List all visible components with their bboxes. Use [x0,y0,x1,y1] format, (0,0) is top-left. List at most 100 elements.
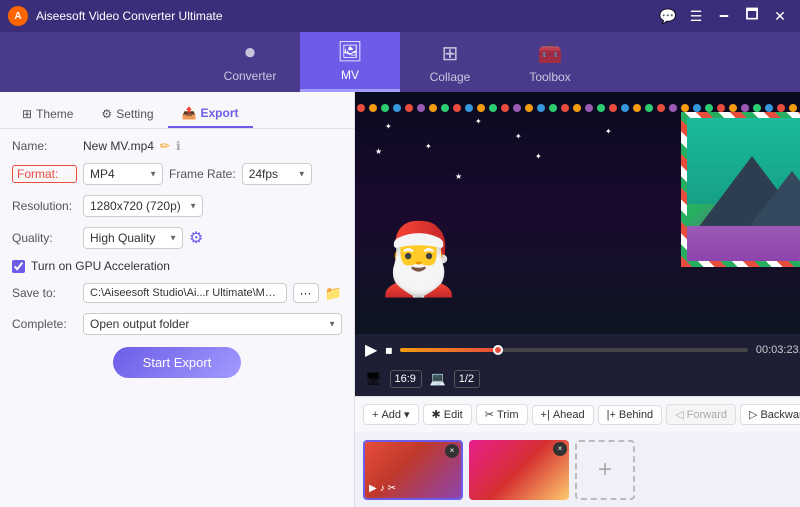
titlebar-controls: 💬 ☰ 🗕 🗖 ✕ [656,6,792,26]
ahead-button[interactable]: +| Ahead [532,405,594,425]
tab-mv-label: MV [341,68,359,82]
film-add-button[interactable]: + [575,440,635,500]
complete-label: Complete: [12,317,77,331]
quality-select[interactable]: High Quality Medium Quality Low Quality [83,227,183,249]
collage-icon: ⊞ [442,41,459,66]
resolution-select-wrapper: 1280x720 (720p) 1920x1080 (1080p) 3840x2… [83,195,203,217]
sub-tab-setting[interactable]: ⚙ Setting [87,100,167,128]
format-label: Format: [12,165,77,183]
mv-icon: 🖼 [337,39,362,64]
aspect-ratio-select[interactable]: 16:9 4:3 1:1 [390,370,422,388]
behind-button[interactable]: |+ Behind [598,405,663,425]
tab-collage-label: Collage [430,70,471,84]
trim-button[interactable]: ✂ Trim [476,404,528,425]
name-row: Name: New MV.mp4 ✏ ℹ [12,139,342,153]
tab-toolbox-label: Toolbox [529,70,570,84]
saveto-dots-button[interactable]: ··· [293,283,319,303]
saveto-label: Save to: [12,286,77,300]
progress-bar[interactable] [400,348,748,352]
film-thumb-1[interactable]: × ▶ ♪ ✂ [363,440,463,500]
film-close-2[interactable]: × [553,442,567,456]
format-select[interactable]: MP4 MOV AVI [83,163,163,185]
minimize-button[interactable]: 🗕 [712,6,736,26]
start-export-button[interactable]: Start Export [113,347,242,378]
close-button[interactable]: ✕ [768,6,792,26]
export-icon: 📤 [182,106,197,120]
complete-row: Complete: Open output folder Do nothing [12,313,342,335]
fps-select[interactable]: 24fps 30fps 60fps [242,163,312,185]
nav-tabs: ⏺ Converter 🖼 MV ⊞ Collage 🧰 Toolbox [0,32,800,92]
quality-label: Quality: [12,231,77,245]
quality-select-wrapper: High Quality Medium Quality Low Quality [83,227,183,249]
add-button[interactable]: + Add ▾ [363,404,419,425]
sub-tabs: ⊞ Theme ⚙ Setting 📤 Export [0,92,354,129]
edit-button[interactable]: ✱ Edit [423,404,472,425]
christmas-lights [355,92,800,112]
maximize-button[interactable]: 🗖 [740,6,764,26]
film-thumb-2[interactable]: × [469,440,569,500]
gpu-checkbox[interactable] [12,260,25,273]
star-decoration: ★ [375,147,382,156]
sub-tab-export[interactable]: 📤 Export [168,100,253,128]
film-audio-icon: ♪ [380,483,385,494]
progress-fill [400,348,497,352]
tab-converter-label: Converter [224,69,277,83]
tab-collage[interactable]: ⊞ Collage [400,32,500,92]
page-select[interactable]: 1/2 2/2 [454,370,480,388]
menu-button[interactable]: ☰ [684,6,708,26]
framerate-label: Frame Rate: [169,167,236,181]
santa-figure: 🎅 [375,224,462,294]
backward-button[interactable]: ▷ Backward [740,404,800,425]
edit-icon: ✱ [432,408,441,421]
player-controls: ▶ ⏹ 00:03:23.16/00:07:25.04 🔊 [355,334,800,366]
filmstrip: × ▶ ♪ ✂ × + [355,432,800,507]
resolution-select[interactable]: 1280x720 (720p) 1920x1080 (1080p) 3840x2… [83,195,203,217]
add-icon: + [372,409,378,421]
fps-select-wrapper: 24fps 30fps 60fps [242,163,312,185]
progress-thumb [493,345,503,355]
theme-grid-icon: ⊞ [22,107,32,121]
trim-icon: ✂ [485,408,494,421]
bottom-toolbar: + Add ▾ ✱ Edit ✂ Trim +| Ahead |+ Behind… [355,396,800,432]
play-button[interactable]: ▶ [365,340,377,360]
star-decoration: ✦ [605,127,612,136]
add-chevron-icon: ▾ [404,408,410,421]
resolution-row: Resolution: 1280x720 (720p) 1920x1080 (1… [12,195,342,217]
flowers [687,226,800,261]
tab-toolbox[interactable]: 🧰 Toolbox [500,32,600,92]
gpu-row: Turn on GPU Acceleration [12,259,342,273]
tab-converter[interactable]: ⏺ Converter [200,32,300,92]
quality-settings-gear-icon[interactable]: ⚙ [189,228,203,248]
tab-mv[interactable]: 🖼 MV [300,32,400,92]
quality-row: Quality: High Quality Medium Quality Low… [12,227,342,249]
left-panel: ⊞ Theme ⚙ Setting 📤 Export Name: New MV.… [0,92,355,507]
gpu-label: Turn on GPU Acceleration [31,259,170,273]
folder-icon[interactable]: 📁 [325,285,342,302]
name-label: Name: [12,139,77,153]
monitor-icon: 🖥 [365,371,382,387]
saveto-path: C:\Aiseesoft Studio\Ai...r Ultimate\MV E… [83,283,287,303]
titlebar: A Aiseesoft Video Converter Ultimate 💬 ☰… [0,0,800,32]
setting-gear-icon: ⚙ [101,107,112,121]
right-panel: ✦ ✦ ✦ ✦ ✦ ★ ★ ✦ 🎅 [355,92,800,507]
stop-button[interactable]: ⏹ [385,342,392,359]
info-icon[interactable]: ℹ [176,139,181,153]
preview-area: ✦ ✦ ✦ ✦ ✦ ★ ★ ✦ 🎅 [355,92,800,334]
star-decoration: ★ [455,172,462,181]
film-close-1[interactable]: × [445,444,459,458]
star-decoration: ✦ [515,132,522,141]
complete-select[interactable]: Open output folder Do nothing [83,313,342,335]
star-decoration: ✦ [425,142,432,151]
photo-frame [681,112,800,267]
photo-inner [687,118,800,261]
edit-icon[interactable]: ✏ [160,139,170,153]
toolbox-icon: 🧰 [538,41,563,66]
sub-tab-theme[interactable]: ⊞ Theme [8,100,87,128]
chat-button[interactable]: 💬 [656,6,680,26]
forward-icon: ◁ [675,408,683,421]
behind-icon: |+ [607,409,616,421]
forward-button[interactable]: ◁ Forward [666,404,736,425]
saveto-row: Save to: C:\Aiseesoft Studio\Ai...r Ulti… [12,283,342,303]
film-play-icon: ▶ [369,483,377,494]
backward-icon: ▷ [749,408,757,421]
